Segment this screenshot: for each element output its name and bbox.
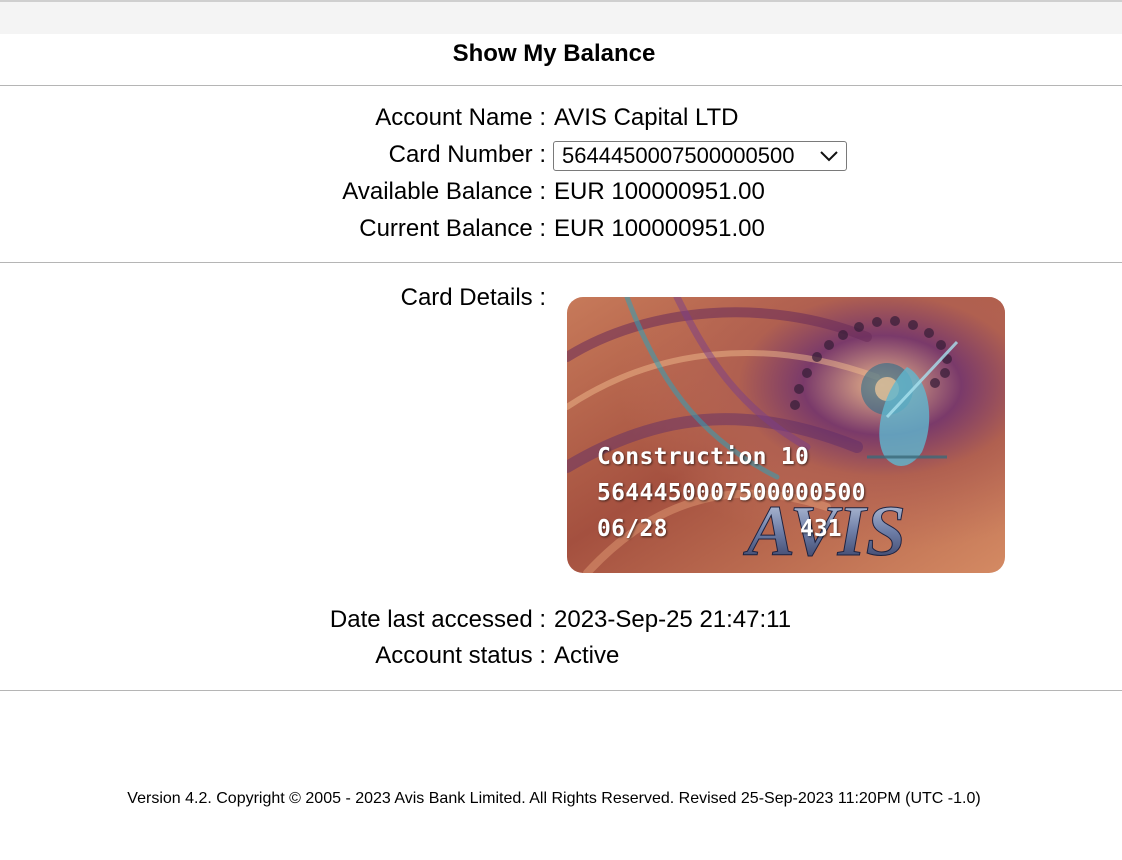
card-image: AVIS Construction 10 5644450007500000500… <box>567 297 1005 573</box>
card-number-select[interactable]: 5644450007500000500 <box>553 141 847 171</box>
page-title: Show My Balance <box>452 40 656 67</box>
last-accessed-value: 2023-Sep-25 21:47:11 <box>554 606 792 633</box>
account-name-value: AVIS Capital LTD <box>554 104 739 131</box>
available-balance-value: EUR 100000951.00 <box>554 178 765 205</box>
available-balance-label: Available Balance : <box>342 178 546 205</box>
card-number-printed: 5644450007500000500 <box>597 480 866 506</box>
account-status-row: Account status : Active <box>0 641 1122 671</box>
card-number-row: Card Number : 5644450007500000500 <box>0 140 1122 171</box>
divider-bottom <box>0 690 1122 691</box>
available-balance-row: Available Balance : EUR 100000951.00 <box>0 177 1122 207</box>
divider-middle <box>0 262 1122 263</box>
current-balance-row: Current Balance : EUR 100000951.00 <box>0 214 1122 244</box>
last-accessed-label: Date last accessed : <box>329 606 546 633</box>
account-status-value: Active <box>554 642 620 669</box>
divider-top <box>0 85 1122 86</box>
card-number-label: Card Number : <box>388 141 546 168</box>
account-name-row: Account Name : AVIS Capital LTD <box>0 103 1122 133</box>
current-balance-label: Current Balance : <box>359 215 546 242</box>
card-details-label: Card Details : <box>400 284 546 311</box>
footer-copyright: Version 4.2. Copyright © 2005 - 2023 Avi… <box>127 790 981 807</box>
card-number-selected-value: 5644450007500000500 <box>562 143 795 168</box>
card-expiry: 06/28 <box>597 516 668 542</box>
current-balance-value: EUR 100000951.00 <box>554 215 765 242</box>
card-holder-line: Construction 10 <box>597 444 810 470</box>
chevron-down-icon <box>818 144 840 168</box>
browser-top-bar <box>0 0 1122 34</box>
account-status-label: Account status : <box>375 642 546 669</box>
last-accessed-row: Date last accessed : 2023-Sep-25 21:47:1… <box>0 605 1122 635</box>
card-cvv: 431 <box>800 516 842 542</box>
account-name-label: Account Name : <box>375 104 546 131</box>
